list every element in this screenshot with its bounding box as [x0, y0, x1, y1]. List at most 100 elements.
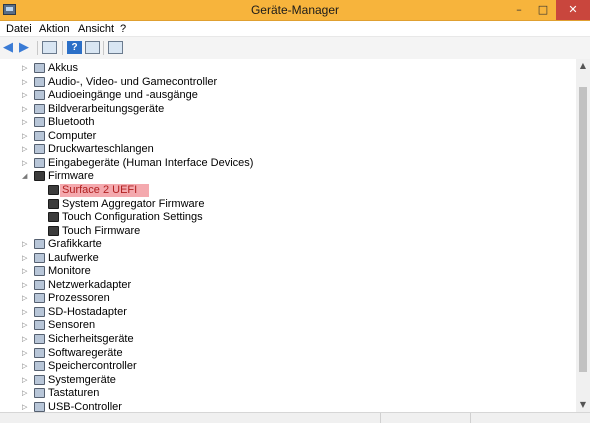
- speaker-icon: [34, 76, 45, 87]
- tree-category-item[interactable]: ▷ Monitore: [0, 265, 576, 278]
- menu-ansicht[interactable]: Ansicht: [78, 23, 114, 35]
- collapsed-chevron-icon[interactable]: ▷: [22, 90, 27, 101]
- battery-icon: [34, 63, 45, 73]
- tree-category-item[interactable]: ▷ Druckwarteschlangen: [0, 143, 576, 156]
- tree-child-item[interactable]: Touch Firmware: [0, 225, 576, 238]
- menu-datei[interactable]: Datei: [6, 23, 32, 35]
- properties-icon[interactable]: [85, 41, 100, 54]
- tree-child-item[interactable]: Touch Configuration Settings: [0, 211, 576, 224]
- maximize-button[interactable]: □: [532, 0, 554, 20]
- tree-item-label: Bluetooth: [48, 116, 95, 129]
- tree-item-label: Softwaregeräte: [48, 346, 123, 359]
- scroll-up-icon[interactable]: ▲: [576, 59, 590, 73]
- printer-icon: [34, 144, 45, 155]
- back-arrow-icon[interactable]: ◀: [3, 41, 18, 54]
- title-bar[interactable]: Geräte-Manager – □ ✕: [0, 0, 590, 21]
- tree-category-item[interactable]: ▷ Prozessoren: [0, 292, 576, 305]
- key-icon: [34, 334, 45, 344]
- window-title: Geräte-Manager: [250, 3, 340, 17]
- tree-item-label: SD-Hostadapter: [48, 305, 127, 318]
- tree-category-item[interactable]: ▷ Softwaregeräte: [0, 347, 576, 360]
- tree-item-label: Firmware: [48, 170, 94, 183]
- device-tree[interactable]: ▷ Akkus ▷ Audio-, Video- und Gamecontroller…: [0, 59, 576, 412]
- collapsed-chevron-icon[interactable]: ▷: [22, 348, 27, 359]
- scan-hardware-icon[interactable]: [108, 41, 123, 54]
- collapsed-chevron-icon[interactable]: ▷: [22, 253, 27, 264]
- collapsed-chevron-icon[interactable]: ▷: [22, 104, 27, 115]
- collapsed-chevron-icon[interactable]: ▷: [22, 266, 27, 277]
- tree-category-item[interactable]: ▷ Akkus: [0, 62, 576, 75]
- sensor-icon: [34, 320, 45, 331]
- tree-category-item[interactable]: ▷ SD-Hostadapter: [0, 306, 576, 319]
- tree-category-item[interactable]: ▷ Systemgeräte: [0, 374, 576, 387]
- firmware-chip-icon: [48, 225, 59, 236]
- sd-card-icon: [34, 306, 45, 317]
- collapsed-chevron-icon[interactable]: ▷: [22, 131, 27, 142]
- tree-item-label: Computer: [48, 129, 97, 142]
- expanded-chevron-icon[interactable]: ◢: [22, 171, 27, 182]
- tree-category-item[interactable]: ▷ Eingabegeräte (Human Interface Devices): [0, 157, 576, 170]
- tree-category-item[interactable]: ▷ Audio-, Video- und Gamecontroller: [0, 76, 576, 89]
- collapsed-chevron-icon[interactable]: ▷: [22, 293, 27, 304]
- tree-category-item[interactable]: ▷ Sicherheitsgeräte: [0, 333, 576, 346]
- collapsed-chevron-icon[interactable]: ▷: [22, 117, 27, 128]
- show-hide-console-tree-icon[interactable]: [42, 41, 57, 54]
- status-bar: [0, 412, 590, 423]
- collapsed-chevron-icon[interactable]: ▷: [22, 320, 27, 331]
- tree-item-label: Sensoren: [48, 319, 96, 332]
- firmware-chip-icon: [48, 198, 59, 209]
- collapsed-chevron-icon[interactable]: ▷: [22, 63, 27, 74]
- software-device-icon: [34, 347, 45, 358]
- help-icon[interactable]: ?: [67, 41, 82, 54]
- collapsed-chevron-icon[interactable]: ▷: [22, 388, 27, 399]
- menu-bar: Datei Aktion Ansicht ?: [0, 21, 590, 36]
- tree-item-label: Speichercontroller: [48, 360, 137, 373]
- minimize-button[interactable]: –: [508, 0, 530, 20]
- toolbar-separator: [37, 41, 38, 55]
- keyboard-icon: [34, 388, 45, 399]
- toolbar-separator: [103, 41, 104, 55]
- tree-item-label: Akkus: [48, 62, 78, 74]
- storage-controller-icon: [34, 361, 45, 372]
- tree-category-item[interactable]: ▷ Bluetooth: [0, 116, 576, 129]
- tree-category-item[interactable]: ▷ USB-Controller: [0, 401, 576, 412]
- tree-item-label: Tastaturen: [48, 387, 100, 400]
- tree-category-item[interactable]: ▷ Tastaturen: [0, 387, 576, 400]
- tree-category-item[interactable]: ▷ Speichercontroller: [0, 360, 576, 373]
- collapsed-chevron-icon[interactable]: ▷: [22, 307, 27, 318]
- close-button[interactable]: ✕: [556, 0, 590, 20]
- bluetooth-icon: [34, 117, 45, 128]
- collapsed-chevron-icon[interactable]: ▷: [22, 361, 27, 372]
- vertical-scrollbar[interactable]: ▲ ▼: [576, 59, 590, 412]
- tree-category-item[interactable]: ◢ Firmware: [0, 170, 576, 183]
- network-icon: [34, 279, 45, 290]
- collapsed-chevron-icon[interactable]: ▷: [22, 144, 27, 155]
- tree-category-item[interactable]: ▷ Netzwerkadapter: [0, 279, 576, 292]
- forward-arrow-icon[interactable]: ▶: [19, 41, 34, 54]
- scroll-thumb[interactable]: [579, 87, 587, 372]
- tree-category-item[interactable]: ▷ Laufwerke: [0, 252, 576, 265]
- collapsed-chevron-icon[interactable]: ▷: [22, 158, 27, 169]
- tree-item-label: Eingabegeräte (Human Interface Devices): [48, 156, 254, 169]
- collapsed-chevron-icon[interactable]: ▷: [22, 280, 27, 291]
- tree-child-item[interactable]: System Aggregator Firmware: [0, 198, 576, 211]
- firmware-icon: [34, 171, 45, 182]
- menu-aktion[interactable]: Aktion: [39, 23, 70, 35]
- tree-category-item[interactable]: ▷ Computer: [0, 130, 576, 143]
- hid-icon: [34, 157, 45, 168]
- firmware-chip-icon: [48, 184, 59, 195]
- collapsed-chevron-icon[interactable]: ▷: [22, 239, 27, 250]
- collapsed-chevron-icon[interactable]: ▷: [22, 77, 27, 88]
- tree-item-label: Sicherheitsgeräte: [48, 333, 134, 345]
- tree-item-label: Netzwerkadapter: [48, 278, 132, 291]
- tree-category-item[interactable]: ▷ Sensoren: [0, 319, 576, 332]
- tree-child-item[interactable]: Surface 2 UEFI: [0, 183, 576, 197]
- tree-category-item[interactable]: ▷ Grafikkarte: [0, 238, 576, 251]
- collapsed-chevron-icon[interactable]: ▷: [22, 402, 27, 412]
- tree-category-item[interactable]: ▷ Audioeingänge und -ausgänge: [0, 89, 576, 102]
- scroll-down-icon[interactable]: ▼: [576, 398, 590, 412]
- collapsed-chevron-icon[interactable]: ▷: [22, 334, 27, 345]
- collapsed-chevron-icon[interactable]: ▷: [22, 375, 27, 386]
- menu-help[interactable]: ?: [120, 23, 126, 35]
- tree-category-item[interactable]: ▷ Bildverarbeitungsgeräte: [0, 103, 576, 116]
